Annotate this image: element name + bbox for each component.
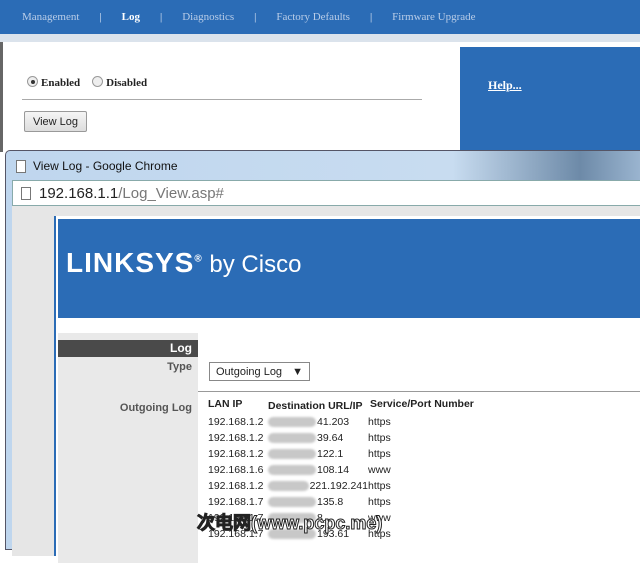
url-path: /Log_View.asp# — [118, 184, 224, 202]
service: https — [368, 480, 391, 492]
top-nav: Management | Log | Diagnostics | Factory De… — [0, 0, 640, 34]
service: https — [368, 496, 391, 508]
redacted-blur — [268, 433, 316, 443]
service: https — [368, 432, 391, 444]
redacted-blur — [268, 449, 316, 459]
window-title: View Log - Google Chrome — [33, 159, 178, 173]
table-row: 192.168.1.2 39.64 https — [208, 430, 474, 446]
dropdown-arrow-icon: ▼ — [292, 365, 303, 378]
view-log-button[interactable]: View Log — [24, 111, 87, 132]
type-select[interactable]: Outgoing Log ▼ — [209, 362, 310, 381]
radio-enabled[interactable]: Enabled — [27, 76, 80, 89]
divider — [22, 99, 422, 100]
radio-checked-icon — [27, 76, 38, 87]
table-row: 192.168.1.2 221.192.241 https — [208, 478, 474, 494]
redacted-blur — [268, 481, 309, 491]
col-destination: Destination URL/IP — [268, 400, 363, 412]
nav-separator: | — [254, 11, 257, 23]
linksys-logo: LINKSYS® by Cisco — [66, 247, 302, 278]
section-title: Log — [58, 340, 198, 357]
redacted-blur — [268, 497, 316, 507]
nav-separator: | — [99, 11, 102, 23]
lan-ip: 192.168.1.2 — [208, 448, 264, 460]
nav-separator: | — [159, 11, 163, 23]
lan-ip: 192.168.1.2 — [208, 416, 264, 428]
radio-unchecked-icon — [92, 76, 104, 87]
url-host: 192.168.1.1 — [39, 184, 119, 202]
service: www — [368, 464, 391, 476]
divider — [198, 391, 640, 392]
nav-log[interactable]: Log — [122, 11, 140, 23]
page-icon — [21, 186, 31, 200]
nav-separator: | — [369, 11, 373, 23]
outgoing-log-label: Outgoing Log — [119, 402, 192, 414]
nav-firmware-upgrade[interactable]: Firmware Upgrade — [392, 11, 475, 23]
redacted-blur — [268, 417, 316, 427]
redacted-blur — [268, 465, 316, 475]
left-edge — [0, 42, 3, 152]
nav-diagnostics[interactable]: Diagnostics — [182, 11, 234, 23]
select-value: Outgoing Log — [216, 365, 283, 378]
popup-window: View Log - Google Chrome 192.168.1.1/Log… — [5, 150, 640, 563]
lan-ip: 192.168.1.2 — [208, 480, 264, 492]
divider-strip — [0, 34, 640, 42]
col-service: Service/Port Number — [370, 398, 474, 410]
service: https — [368, 448, 391, 460]
watermark: 次电网(www.pcpc.me) — [196, 513, 383, 534]
brand-header: LINKSYS® by Cisco — [58, 219, 640, 318]
type-label: Type — [167, 361, 192, 373]
log-toggle: Enabled Disabled — [27, 76, 147, 89]
table-row: 192.168.1.2 122.1 https — [208, 446, 474, 462]
lan-ip: 192.168.1.7 — [208, 496, 264, 508]
table-header: LAN IP Destination URL/IP Service/Port N… — [208, 398, 474, 414]
destination: 41.203 — [268, 416, 368, 428]
destination: 135.8 — [268, 496, 368, 508]
popup-content: LINKSYS® by Cisco Log Type Outgoing Log … — [12, 206, 640, 563]
table-row: 192.168.1.2 41.203 https — [208, 414, 474, 430]
address-bar[interactable]: 192.168.1.1/Log_View.asp# — [12, 180, 640, 206]
radio-label: Disabled — [106, 77, 148, 89]
table-row: 192.168.1.7 135.8 https — [208, 494, 474, 510]
destination: 108.14 — [268, 464, 368, 476]
table-row: 192.168.1.6 108.14 www — [208, 462, 474, 478]
service: https — [368, 416, 391, 428]
help-link[interactable]: Help... — [488, 78, 522, 93]
col-lan-ip: LAN IP — [208, 398, 243, 410]
destination: 122.1 — [268, 448, 368, 460]
radio-disabled[interactable]: Disabled — [92, 76, 147, 89]
page-icon — [16, 159, 26, 173]
radio-label: Enabled — [41, 77, 81, 89]
lan-ip: 192.168.1.2 — [208, 432, 264, 444]
help-panel: Help... — [460, 47, 640, 157]
log-page: LINKSYS® by Cisco Log Type Outgoing Log … — [54, 216, 640, 563]
destination: 39.64 — [268, 432, 368, 444]
window-titlebar[interactable]: View Log - Google Chrome — [16, 159, 178, 173]
nav-factory-defaults[interactable]: Factory Defaults — [276, 11, 350, 23]
destination: 221.192.241 — [268, 480, 368, 492]
nav-management[interactable]: Management — [22, 11, 79, 23]
lan-ip: 192.168.1.6 — [208, 464, 264, 476]
